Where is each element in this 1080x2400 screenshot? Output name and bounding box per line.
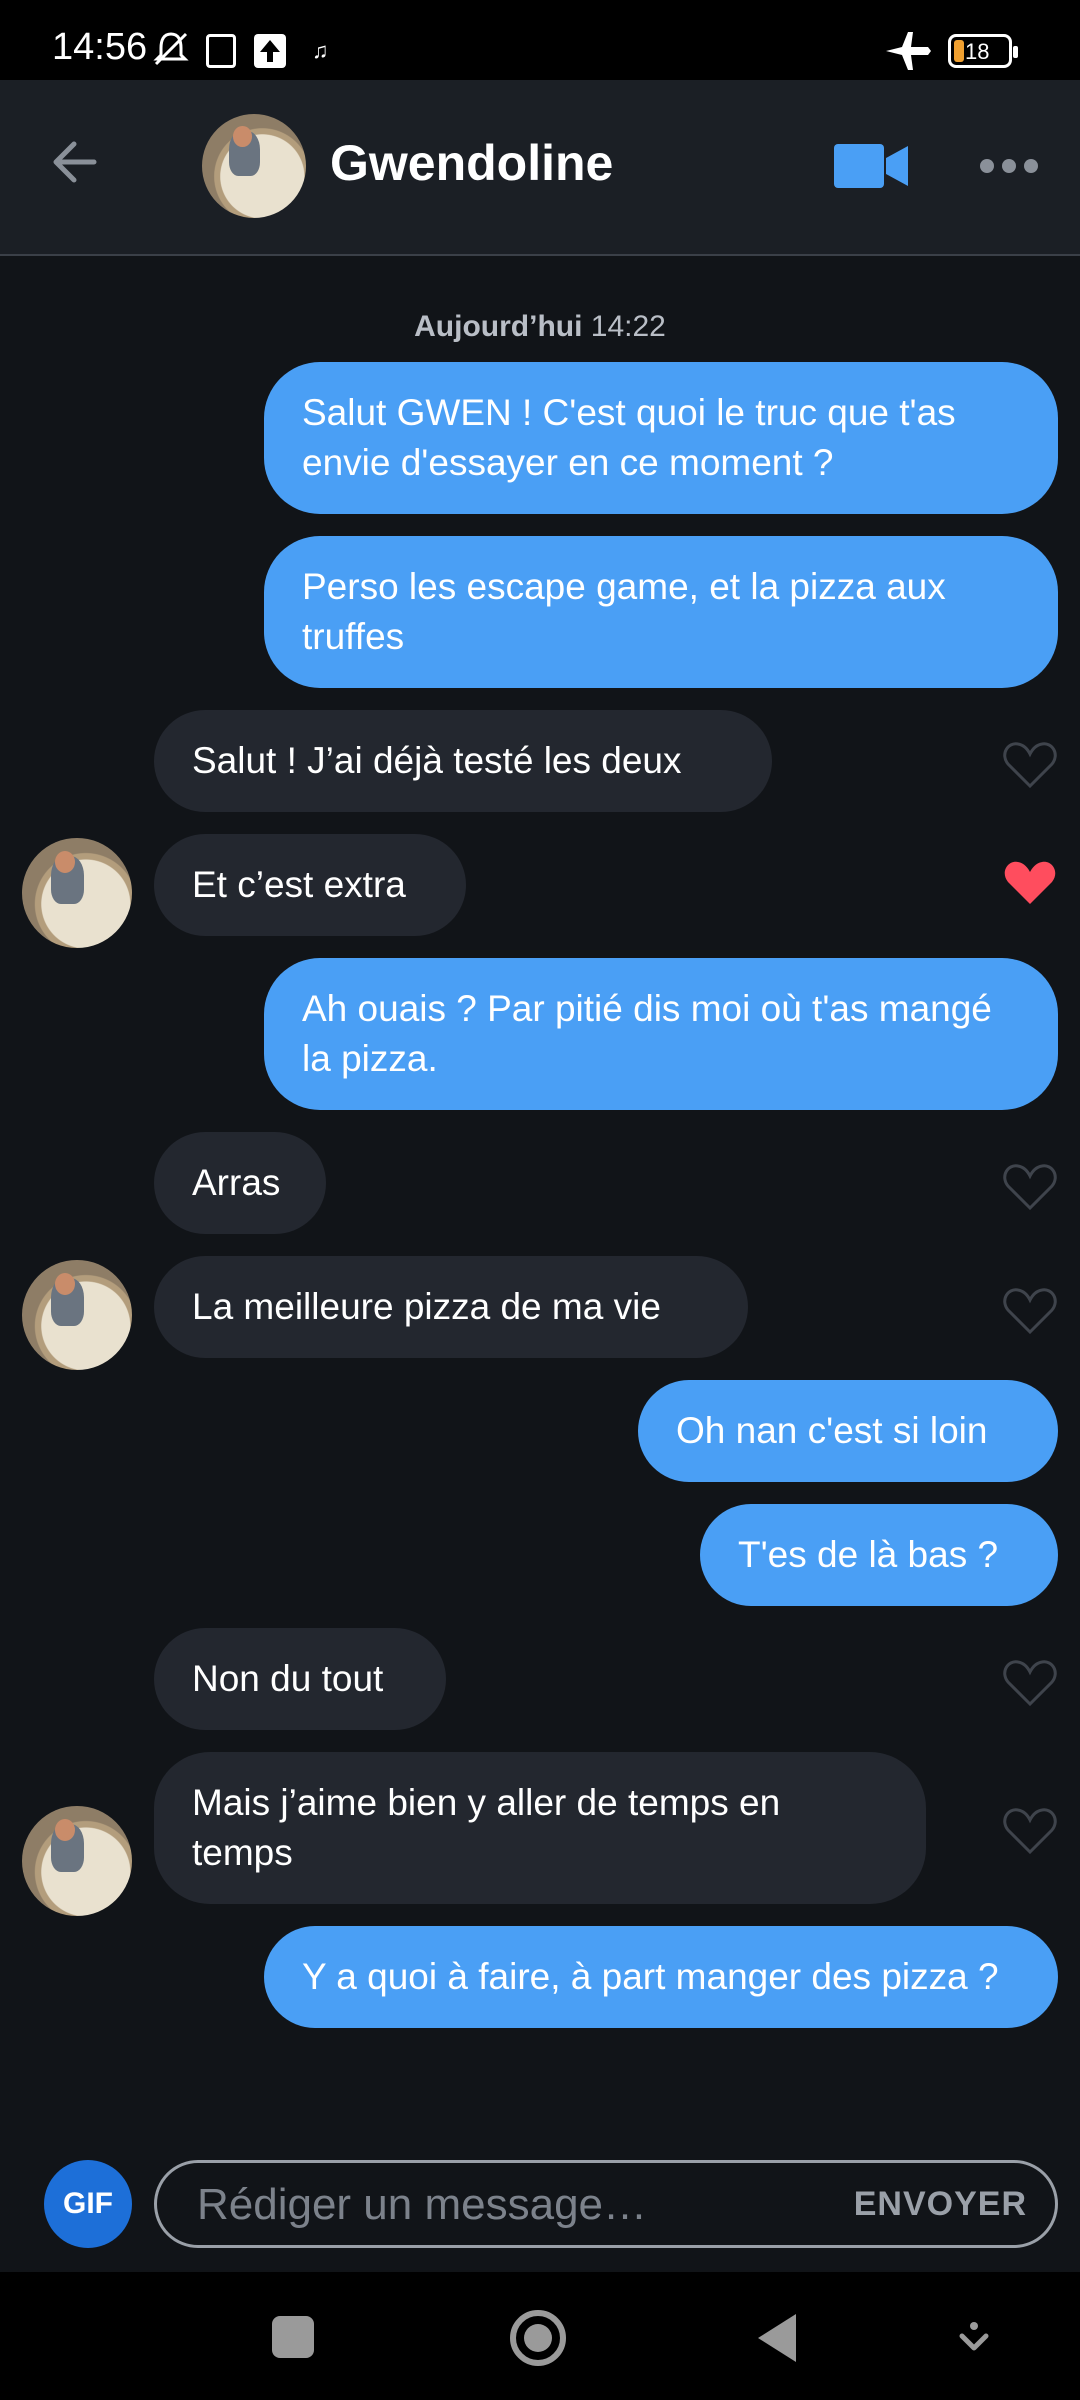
chat-header: Gwendoline <box>0 80 1080 256</box>
more-icon[interactable] <box>980 156 1038 176</box>
heart-outline-icon[interactable] <box>1002 1286 1058 1336</box>
date-separator: Aujourd’hui 14:22 <box>0 310 1080 344</box>
contact-avatar[interactable] <box>202 114 306 218</box>
message-input-container[interactable]: ENVOYER <box>154 2160 1058 2248</box>
airplane-icon <box>886 32 931 70</box>
heart-filled-icon[interactable] <box>1002 858 1058 908</box>
contact-name[interactable]: Gwendoline <box>330 134 613 192</box>
recents-icon[interactable] <box>272 2316 314 2358</box>
system-nav-bar <box>0 2272 1080 2400</box>
music-icon: ♫ <box>312 38 329 63</box>
heart-outline-icon[interactable] <box>1002 740 1058 790</box>
message-bubble-incoming[interactable]: Salut ! J’ai déjà testé les deux <box>154 710 772 812</box>
heart-outline-icon[interactable] <box>1002 1806 1058 1856</box>
date-time: 14:22 <box>590 310 666 343</box>
send-button[interactable]: ENVOYER <box>854 2185 1027 2224</box>
message-bubble-incoming[interactable]: La meilleure pizza de ma vie <box>154 1256 748 1358</box>
heart-outline-icon[interactable] <box>1002 1162 1058 1212</box>
video-camera-icon[interactable] <box>834 142 910 190</box>
message-bubble-incoming[interactable]: Non du tout <box>154 1628 446 1730</box>
battery-level: 18 <box>965 39 990 64</box>
message-input[interactable] <box>197 2177 837 2233</box>
battery-saver-icon <box>206 34 236 68</box>
status-time: 14:56 <box>52 26 148 68</box>
nav-back-icon[interactable] <box>758 2314 796 2362</box>
message-bubble-outgoing[interactable]: Perso les escape game, et la pizza aux t… <box>264 536 1058 688</box>
contact-avatar-small[interactable] <box>22 838 132 948</box>
gif-button[interactable]: GIF <box>44 2160 132 2248</box>
message-bubble-incoming[interactable]: Arras <box>154 1132 326 1234</box>
message-bubble-outgoing[interactable]: Y a quoi à faire, à part manger des pizz… <box>264 1926 1058 2028</box>
upload-icon <box>254 34 286 68</box>
message-bubble-outgoing[interactable]: Salut GWEN ! C'est quoi le truc que t'as… <box>264 362 1058 514</box>
message-bubble-incoming[interactable]: Mais j’aime bien y aller de temps en tem… <box>154 1752 926 1904</box>
hide-keyboard-icon[interactable] <box>956 2318 992 2354</box>
status-bar: 14:56 ♫ 18 <box>0 0 1080 80</box>
message-bubble-incoming[interactable]: Et c’est extra <box>154 834 466 936</box>
battery-icon: 18 <box>948 34 1018 68</box>
contact-avatar-small[interactable] <box>22 1806 132 1916</box>
heart-outline-icon[interactable] <box>1002 1658 1058 1708</box>
home-icon[interactable] <box>510 2310 566 2366</box>
back-arrow-icon[interactable] <box>46 132 106 192</box>
compose-bar: GIF ENVOYER <box>0 2104 1080 2272</box>
message-bubble-outgoing[interactable]: Ah ouais ? Par pitié dis moi où t'as man… <box>264 958 1058 1110</box>
message-bubble-outgoing[interactable]: Oh nan c'est si loin <box>638 1380 1058 1482</box>
message-bubble-outgoing[interactable]: T'es de là bas ? <box>700 1504 1058 1606</box>
message-list[interactable]: Aujourd’hui 14:22 Salut GWEN ! C'est quo… <box>0 258 1080 2104</box>
date-label: Aujourd’hui <box>414 310 583 343</box>
mute-bell-icon <box>153 32 189 66</box>
contact-avatar-small[interactable] <box>22 1260 132 1370</box>
